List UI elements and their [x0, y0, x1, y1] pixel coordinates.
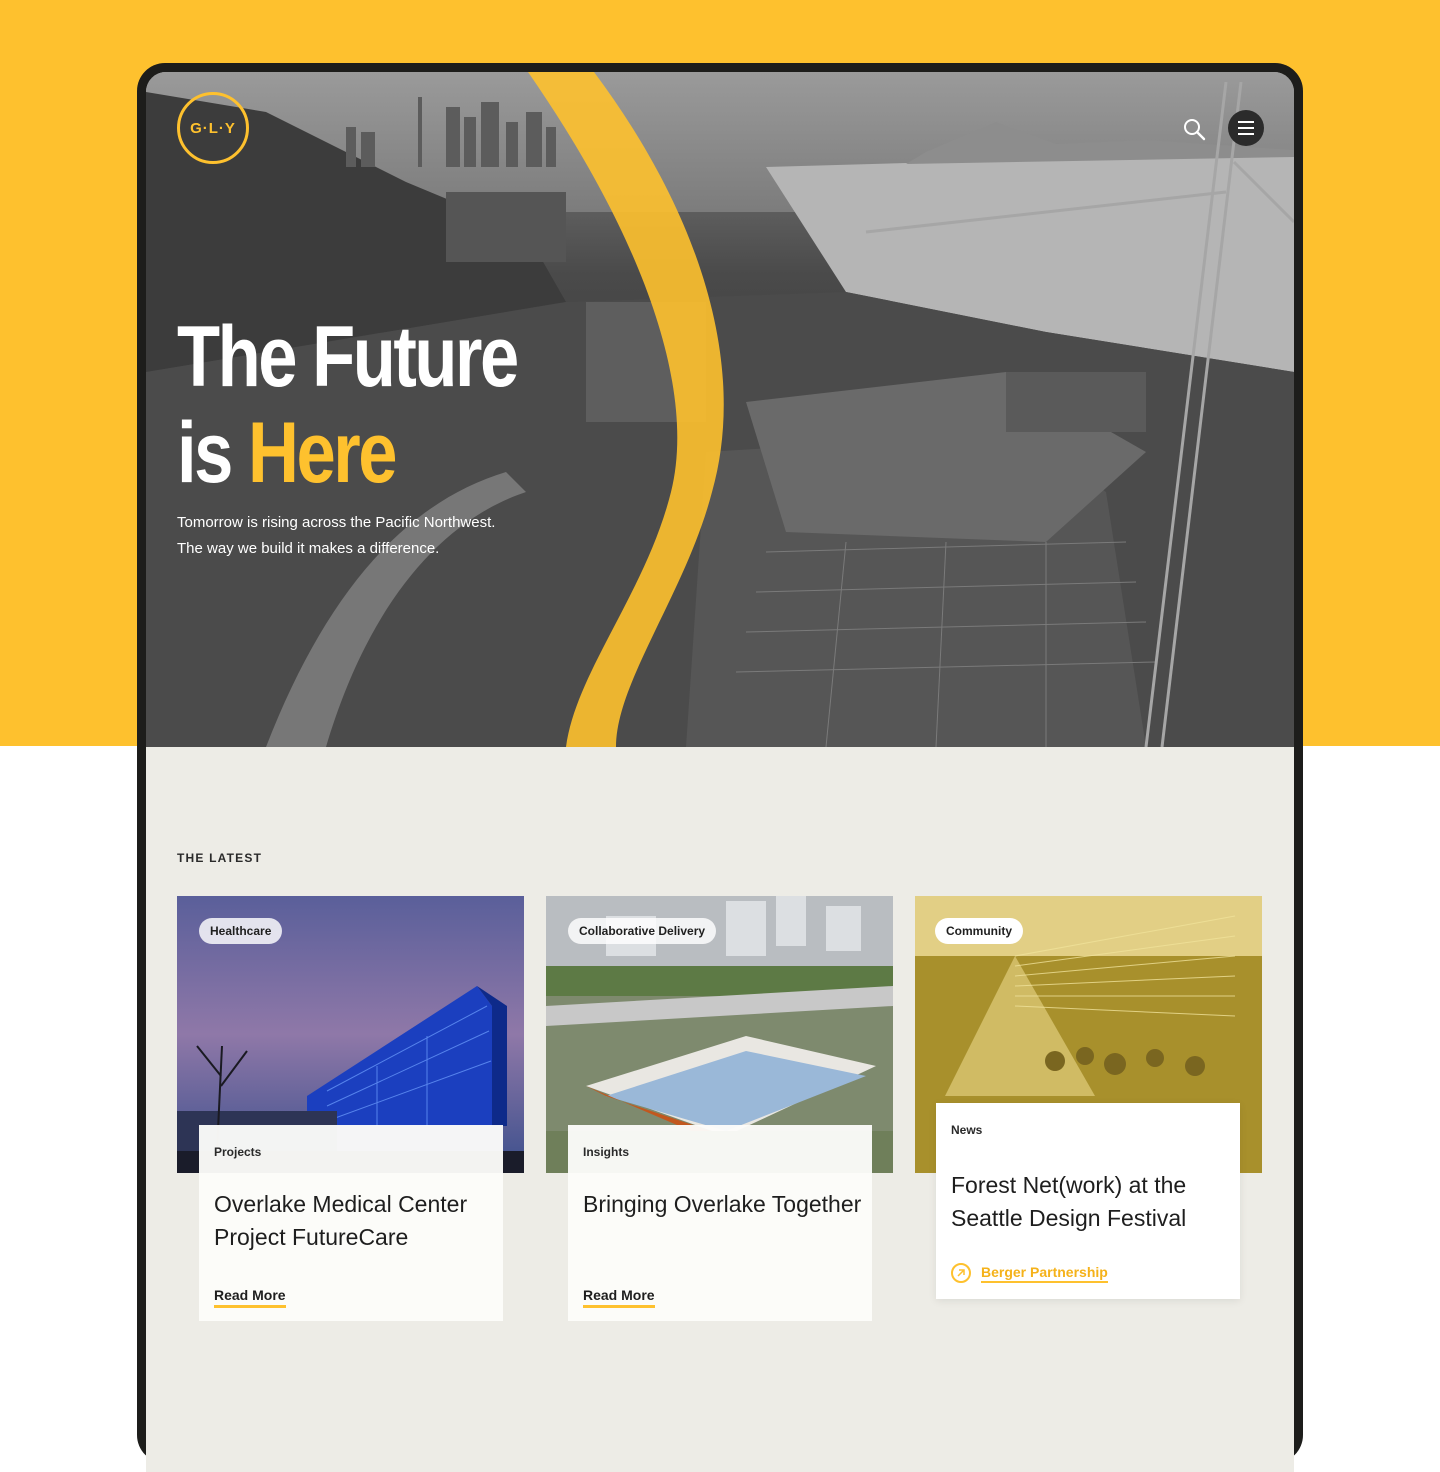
- website-screen: G·L·Y The Future is Here Tomorrow is ris…: [146, 72, 1294, 1472]
- card-category: Projects: [214, 1145, 262, 1159]
- card-category: Insights: [583, 1145, 630, 1159]
- card-category: News: [951, 1123, 983, 1137]
- read-more-link[interactable]: Read More: [583, 1287, 655, 1308]
- card-title[interactable]: Forest Net(work) at the Seattle Design F…: [951, 1169, 1236, 1235]
- hero-title-line2: is Here: [177, 405, 517, 501]
- tablet-frame: G·L·Y The Future is Here Tomorrow is ris…: [137, 63, 1303, 1472]
- card-title[interactable]: Bringing Overlake Together: [583, 1188, 868, 1221]
- hero-title: The Future is Here: [177, 309, 519, 501]
- partner-link[interactable]: Berger Partnership: [951, 1263, 1108, 1283]
- card-tag[interactable]: Collaborative Delivery: [568, 918, 717, 944]
- read-more-link[interactable]: Read More: [214, 1287, 286, 1308]
- card-title[interactable]: Overlake Medical Center Project FutureCa…: [214, 1188, 499, 1254]
- card-tag[interactable]: Healthcare: [199, 918, 283, 944]
- search-icon: [1184, 119, 1206, 141]
- hero-title-line1: The Future: [177, 309, 519, 405]
- logo-text: G·L·Y: [190, 119, 236, 137]
- partner-link-label[interactable]: Berger Partnership: [981, 1264, 1108, 1283]
- card-panel-forest-network: News Forest Net(work) at the Seattle Des…: [936, 1103, 1240, 1299]
- hero-subtitle-line1: Tomorrow is rising across the Pacific No…: [177, 514, 496, 531]
- menu-button[interactable]: [1228, 110, 1264, 146]
- external-arrow-icon: [951, 1263, 971, 1283]
- card-panel-overlake: Projects Overlake Medical Center Project…: [199, 1125, 503, 1321]
- card-panel-bringing-overlake: Insights Bringing Overlake Together Read…: [568, 1125, 872, 1321]
- hero-section: G·L·Y The Future is Here Tomorrow is ris…: [146, 72, 1294, 747]
- hero-title-prefix: is: [177, 405, 249, 501]
- hero-title-highlight: Here: [248, 405, 397, 501]
- gly-logo[interactable]: G·L·Y: [177, 92, 249, 164]
- card-tag[interactable]: Community: [935, 918, 1023, 944]
- search-button[interactable]: [1182, 117, 1208, 143]
- hero-subtitle: Tomorrow is rising across the Pacific No…: [177, 510, 597, 562]
- hamburger-menu-icon: [1238, 121, 1254, 123]
- hero-subtitle-line2: The way we build it makes a difference.: [177, 540, 440, 557]
- latest-heading: THE LATEST: [177, 851, 263, 865]
